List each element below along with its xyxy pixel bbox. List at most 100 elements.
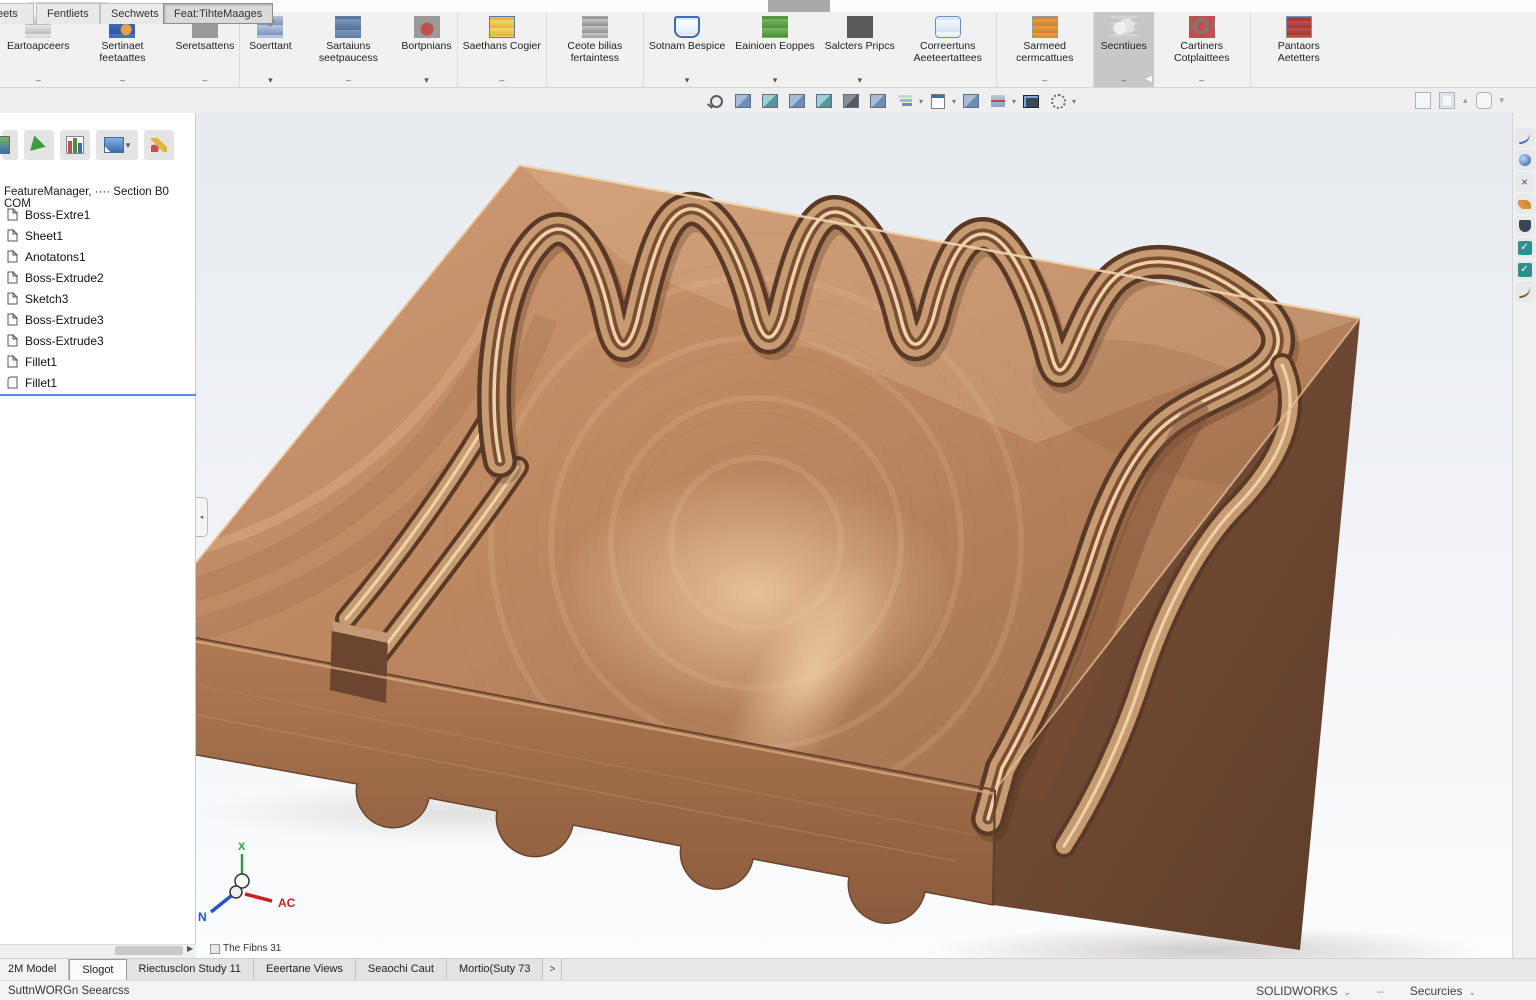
triad-green-label: X [238, 841, 246, 853]
run-flag-icon[interactable] [24, 130, 54, 160]
tree-item[interactable]: Fillet1 [6, 372, 192, 393]
badge-icon[interactable] [1515, 216, 1535, 236]
scrollbar-thumb[interactable] [115, 946, 183, 955]
options-icon[interactable] [1046, 90, 1070, 112]
chevron-down-icon[interactable]: ▾ [1500, 95, 1505, 106]
triad-blue-label: N [198, 910, 207, 924]
bottom-tab-bar: 2M Model Slogot Riectusclon Study 11 Eee… [0, 958, 1536, 980]
tab-motion-study-2[interactable]: Mortio(Suty 73 [447, 959, 544, 980]
appearance-icon[interactable] [893, 90, 917, 112]
chart-columns-icon[interactable] [60, 130, 90, 160]
status-right-group: SOLIDWORKS⌄ – Securcies⌄ [1256, 984, 1476, 998]
ribbon-button-8[interactable]: Ceote bilias fertaintess [547, 12, 644, 87]
tree-item[interactable]: Fillet1 [6, 351, 192, 372]
services-menu[interactable]: Securcies⌄ [1410, 984, 1476, 998]
tree-item[interactable]: Sheet1 [6, 225, 192, 246]
active-tab-shadow [768, 0, 830, 12]
tool-icon[interactable] [1476, 92, 1492, 109]
tab-evaluate[interactable]: Sechwets [100, 3, 170, 24]
tree-item[interactable]: Anotatons1 [6, 246, 192, 267]
ribbon-button-15[interactable]: Cartiners Cotplaittees– [1154, 12, 1251, 87]
scrollbar-arrow-icon[interactable]: ▶ [187, 944, 193, 953]
tab-search-cut[interactable]: Seaochi Caut [356, 959, 447, 980]
feature-icon [6, 313, 19, 326]
chevron-up-icon[interactable]: ▴ [1463, 95, 1468, 106]
status-bar: SuttnWORGn Seearcss SOLIDWORKS⌄ – Securc… [0, 980, 1536, 1000]
model-viewport[interactable]: X AC N [196, 113, 1512, 958]
brush-icon[interactable] [1515, 194, 1535, 214]
document-icon [1032, 16, 1058, 38]
tab-feature-manager[interactable]: Feat:TihteMaages [163, 3, 273, 24]
panel-icon [489, 16, 515, 38]
ribbon-button-7[interactable]: Saethans Cogier– [458, 12, 547, 87]
clamp-icon [1189, 16, 1215, 38]
previous-view-icon[interactable] [758, 90, 782, 112]
tab-named-views[interactable]: Eeertane Views [254, 959, 356, 980]
tree-item[interactable]: Boss-Extrude3 [6, 309, 192, 330]
camera-icon[interactable] [1019, 90, 1043, 112]
droplet-icon [414, 16, 440, 38]
feature-icon [6, 271, 19, 284]
panel-collapse-handle[interactable]: ◂ [196, 497, 208, 537]
section-view-icon[interactable] [986, 90, 1010, 112]
speech-bubble-icon [935, 16, 961, 38]
chevron-down-icon: ⌄ [1344, 987, 1352, 997]
feature-icon [6, 334, 19, 347]
shield-icon [674, 16, 700, 38]
tab-slogot[interactable]: Slogot [69, 959, 126, 980]
ribbon-label: Eartoapceers [7, 40, 69, 52]
wrench-icon[interactable] [144, 130, 174, 160]
pen-icon[interactable] [1515, 128, 1535, 148]
fillet-icon [6, 376, 19, 389]
ribbon-button-11[interactable]: Salcters Pripcs▾ [820, 12, 900, 87]
pane-split-icon[interactable] [1439, 92, 1455, 109]
feature-icon [6, 250, 19, 263]
swoosh-icon[interactable] [1515, 282, 1535, 302]
zoom-area-icon[interactable] [731, 90, 755, 112]
solidworks-menu[interactable]: SOLIDWORKS⌄ [1256, 984, 1351, 998]
panel-tool-cut-icon[interactable] [2, 130, 18, 160]
tab-features[interactable]: eets [0, 3, 34, 24]
tree-item[interactable]: Boss-Extrude2 [6, 267, 192, 288]
ribbon-button-9[interactable]: Sotnam Bespice▾ [644, 12, 730, 87]
tab-sketch[interactable]: Fentliets [36, 3, 100, 24]
ribbon-button-13[interactable]: Sarmeed cermcattues– [997, 12, 1094, 87]
faucet-icon [582, 16, 608, 38]
tree-divider [0, 394, 196, 396]
viewport-corner-tools: ▴ ▾ [1415, 92, 1504, 109]
sphere-icon[interactable] [1515, 150, 1535, 170]
ribbon-button-14-selected[interactable]: Secntiues–◀ [1094, 12, 1154, 87]
ribbon-button-10[interactable]: Eainioen Eoppes▾ [730, 12, 819, 87]
view-settings-icon[interactable] [959, 90, 983, 112]
tab-motion-study-1[interactable]: Riectusclon Study 11 [127, 959, 255, 980]
tab-overflow-arrow-icon[interactable]: > [543, 959, 562, 980]
display-style-icon[interactable] [839, 90, 863, 112]
boxes-icon [335, 16, 361, 38]
collapse-arrow-icon[interactable]: ◀ [1146, 74, 1152, 83]
tree-item[interactable]: Sketch3 [6, 288, 192, 309]
zoom-fit-icon[interactable] [704, 90, 728, 112]
window-icon [1286, 16, 1312, 38]
tree-item[interactable]: Boss-Extre1 [6, 204, 192, 225]
pane-icon[interactable] [1415, 92, 1431, 109]
image-tool-icon[interactable]: ▾ [96, 130, 138, 160]
scene-icon[interactable] [926, 90, 950, 112]
check2-icon[interactable]: ✓ [1515, 260, 1535, 280]
view-orientation-icon[interactable] [785, 90, 809, 112]
feature-tree: Boss-Extre1 Sheet1 Anotatons1 Boss-Extru… [6, 204, 192, 393]
check-icon[interactable]: ✓ [1515, 238, 1535, 258]
hide-show-icon[interactable] [866, 90, 890, 112]
ribbon-button-12[interactable]: Correertuns Aeeteertattees [900, 12, 997, 87]
ribbon-button-16[interactable]: Pantaors Aetetters [1251, 12, 1347, 87]
feature-icon [6, 355, 19, 368]
tab-model[interactable]: 2M Model [0, 959, 69, 980]
task-pane-toolbar: × ✓ ✓ [1513, 128, 1536, 302]
ribbon-button-5[interactable]: Sartaiuns seetpaucess– [300, 12, 396, 87]
feature-icon [6, 292, 19, 305]
view-orientation-alt-icon[interactable] [812, 90, 836, 112]
ribbon-button-6[interactable]: Bortpnians▾ [396, 12, 457, 87]
cubes-icon [762, 16, 788, 38]
tree-item[interactable]: Boss-Extrude3 [6, 330, 192, 351]
close-icon[interactable]: × [1515, 172, 1535, 192]
footnote-icon [210, 944, 220, 954]
